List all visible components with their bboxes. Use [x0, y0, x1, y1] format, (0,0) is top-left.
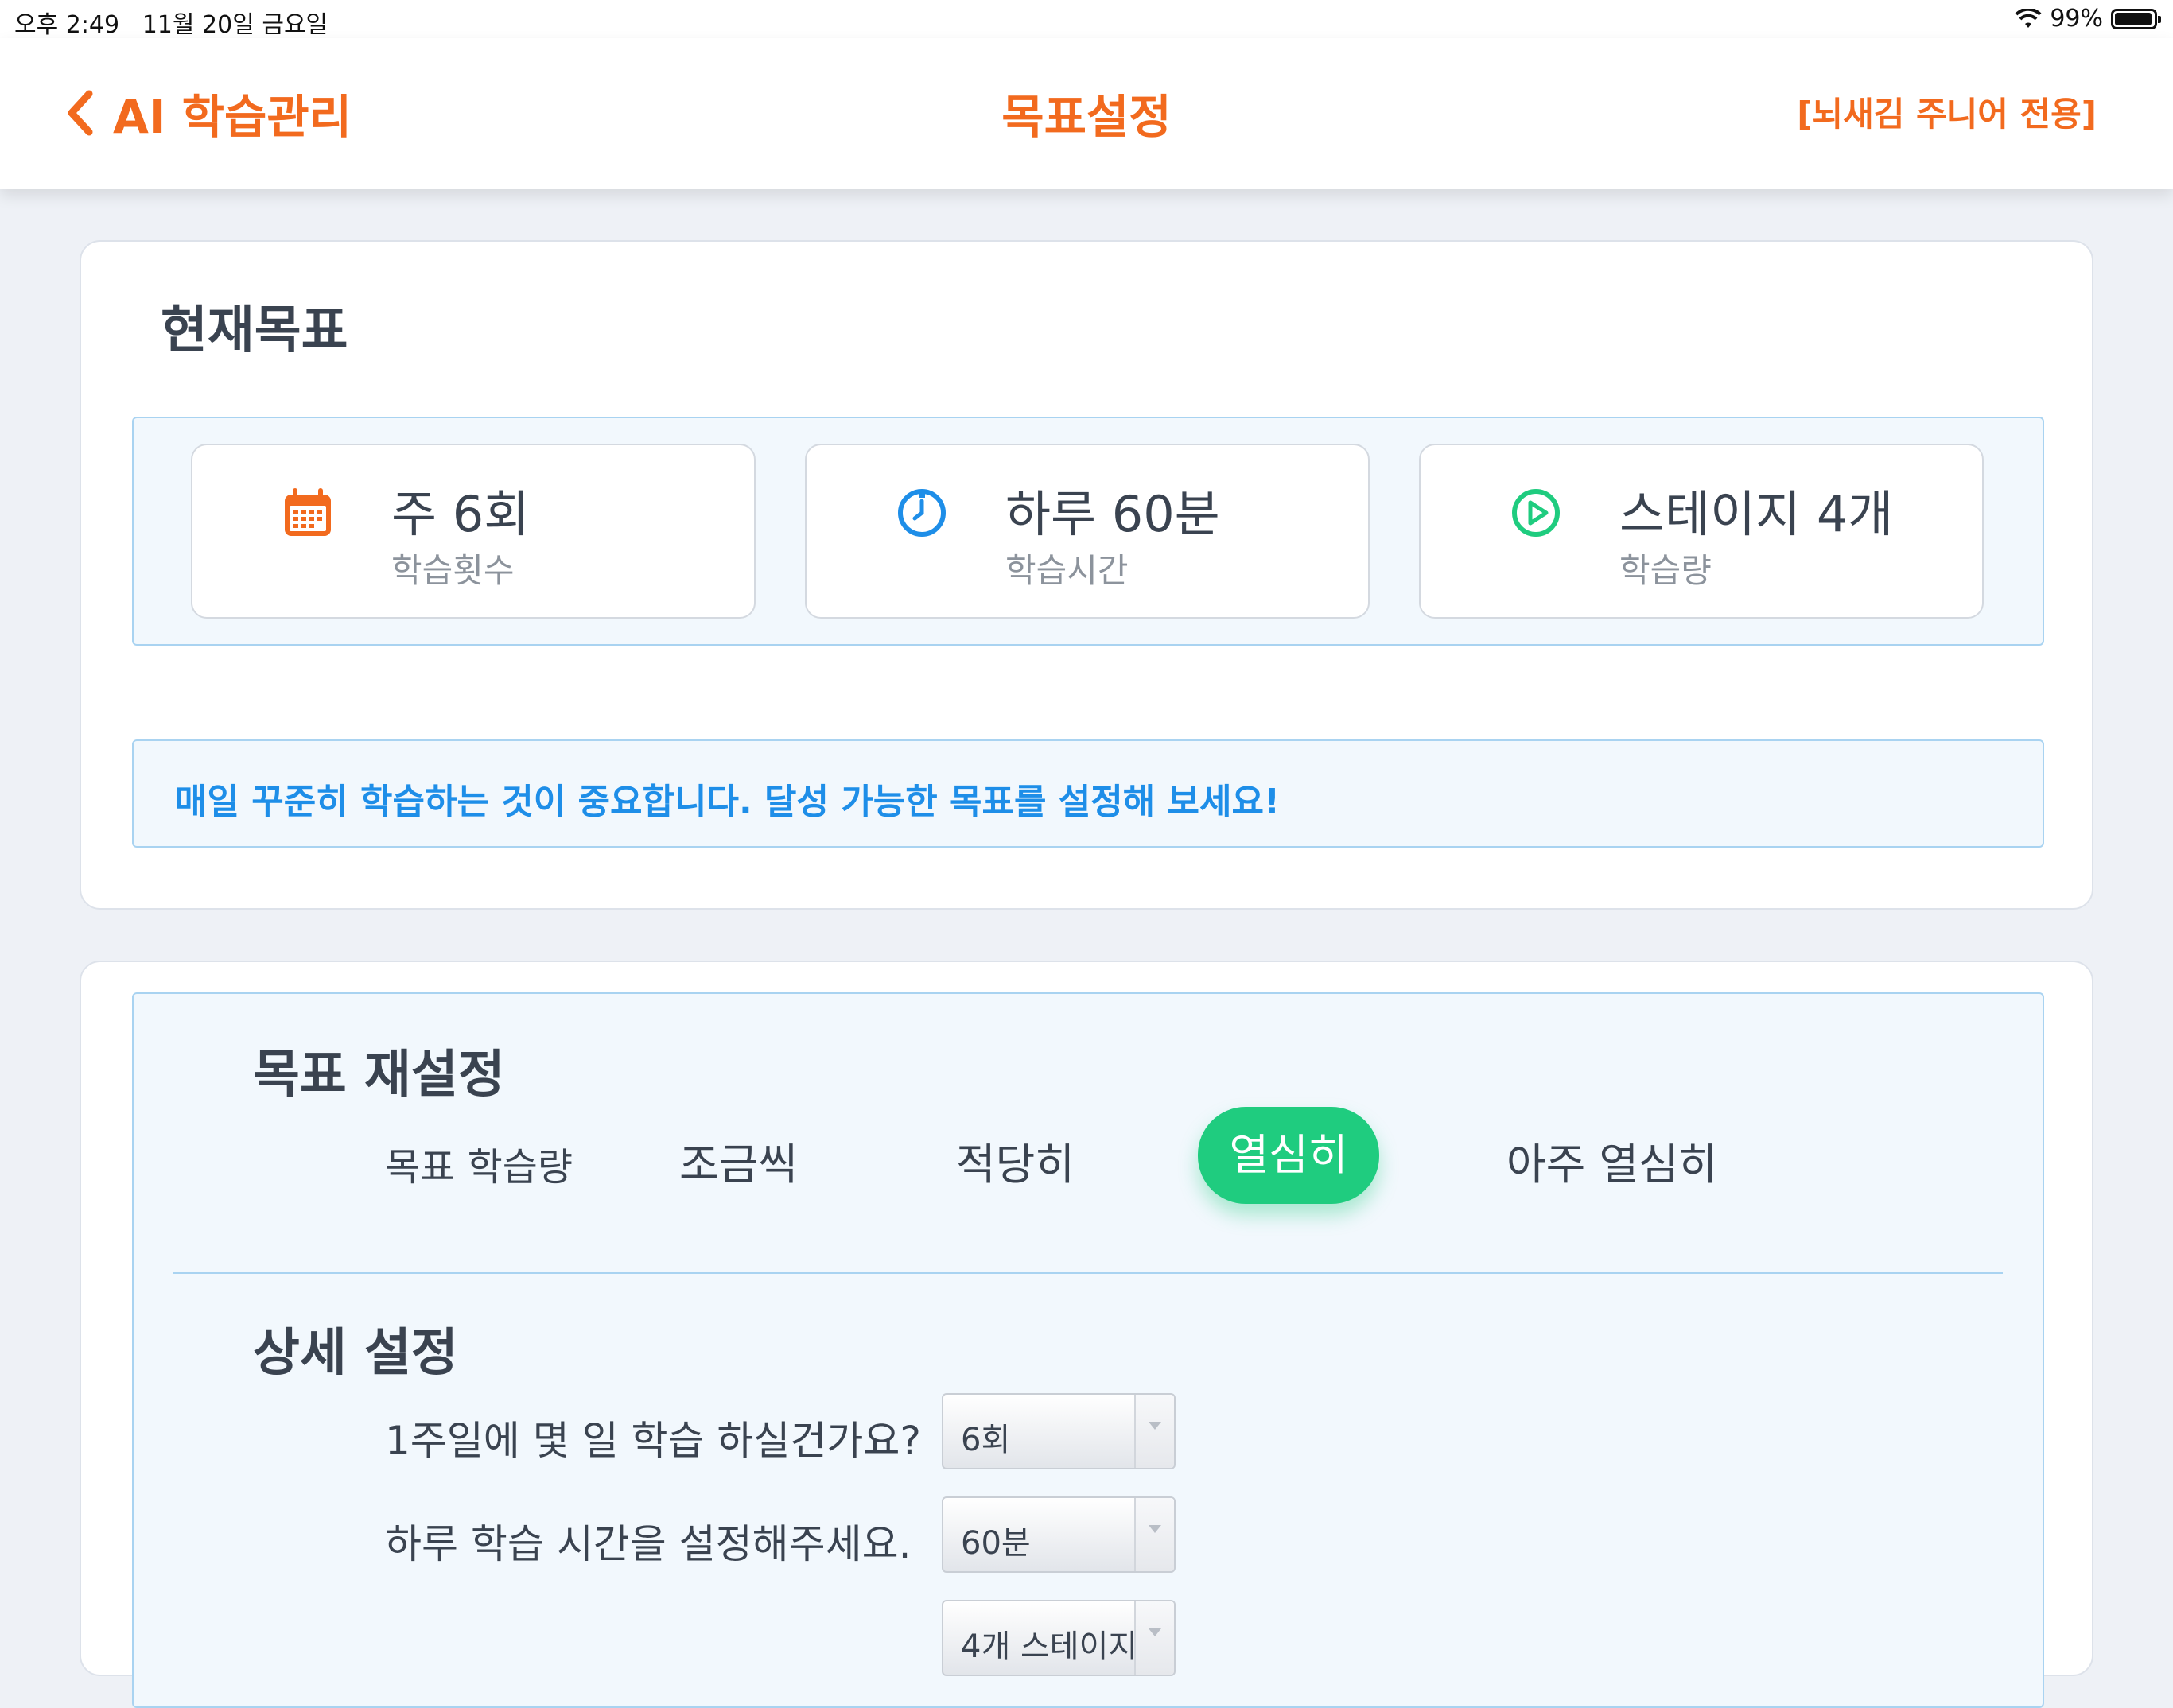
status-date: 11월 20일 금요일: [142, 11, 328, 39]
chevron-down-icon: [1134, 1395, 1174, 1468]
daily-time-question: 하루 학습 시간을 설정해주세요.: [385, 1521, 912, 1567]
battery-icon: [2111, 8, 2161, 29]
clock-icon: [898, 489, 946, 537]
goal-time-label: 학습시간: [1005, 551, 1129, 590]
battery-percent: 99%: [2050, 5, 2103, 33]
days-per-week-select[interactable]: 6회: [942, 1393, 1176, 1469]
reset-goal-heading: 목표 재설정: [253, 1046, 505, 1104]
reset-goal-card: 목표 재설정 목표 학습량 조금씩 적당히 열심히 아주 열심히 상세 설정 1…: [80, 961, 2093, 1708]
level-option-moderate[interactable]: 적당히: [956, 1129, 1075, 1192]
stage-count-value: 4개 스테이지: [961, 1628, 1138, 1665]
status-time: 오후 2:49: [14, 11, 120, 39]
goal-notice-banner: 매일 꾸준히 학습하는 것이 중요합니다. 달성 가능한 목표를 설정해 보세요…: [132, 739, 2044, 848]
current-goal-card: 현재목표 주 6회 학습횟수 하루 60분 학습시간 스테이지 4개 학습량 매…: [80, 240, 2093, 910]
chevron-down-icon: [1134, 1601, 1174, 1675]
status-time-date: 오후 2:49 11월 20일 금요일: [14, 5, 328, 40]
daily-time-select[interactable]: 60분: [942, 1496, 1176, 1573]
level-option-hard-selected[interactable]: 열심히: [1198, 1107, 1379, 1204]
navigation-bar: AI 학습관리 목표설정 [뇌새김 주니어 전용]: [0, 38, 2173, 189]
goal-frequency-box: 주 6회 학습횟수: [191, 444, 756, 619]
daily-time-value: 60분: [961, 1525, 1031, 1562]
chevron-down-icon: [1134, 1498, 1174, 1571]
level-option-little[interactable]: 조금씩: [679, 1129, 798, 1192]
goal-amount-value: 스테이지 4개: [1619, 485, 1894, 543]
goal-amount-box: 스테이지 4개 학습량: [1419, 444, 1984, 619]
goal-frequency-label: 학습횟수: [391, 551, 515, 590]
days-per-week-question: 1주일에 몇 일 학습 하실건가요?: [385, 1418, 921, 1464]
days-per-week-value: 6회: [961, 1422, 1011, 1458]
wifi-icon: [2015, 8, 2042, 28]
play-circle-icon: [1512, 489, 1560, 537]
goal-frequency-value: 주 6회: [391, 485, 530, 543]
current-goal-summary: 주 6회 학습횟수 하루 60분 학습시간 스테이지 4개 학습량: [132, 417, 2044, 646]
reset-goal-panel: 목표 재설정 목표 학습량 조금씩 적당히 열심히 아주 열심히 상세 설정 1…: [132, 992, 2044, 1708]
goal-amount-label: 학습량: [1619, 551, 1712, 590]
junior-only-label: [뇌새김 주니어 전용]: [1797, 95, 2097, 134]
goal-time-value: 하루 60분: [1005, 485, 1220, 543]
detail-settings-heading: 상세 설정: [253, 1324, 458, 1383]
stage-count-select[interactable]: 4개 스테이지: [942, 1600, 1176, 1676]
goal-time-box: 하루 60분 학습시간: [805, 444, 1370, 619]
goal-notice-text: 매일 꾸준히 학습하는 것이 중요합니다. 달성 가능한 목표를 설정해 보세요…: [175, 782, 1281, 822]
level-option-very-hard[interactable]: 아주 열심히: [1506, 1129, 1718, 1192]
calendar-icon: [285, 488, 331, 536]
current-goal-heading: 현재목표: [161, 301, 348, 360]
level-selector-label: 목표 학습량: [385, 1145, 573, 1190]
status-indicators: 99%: [2015, 5, 2161, 33]
status-bar: 오후 2:49 11월 20일 금요일 99%: [0, 0, 2173, 40]
section-divider: [173, 1272, 2003, 1274]
